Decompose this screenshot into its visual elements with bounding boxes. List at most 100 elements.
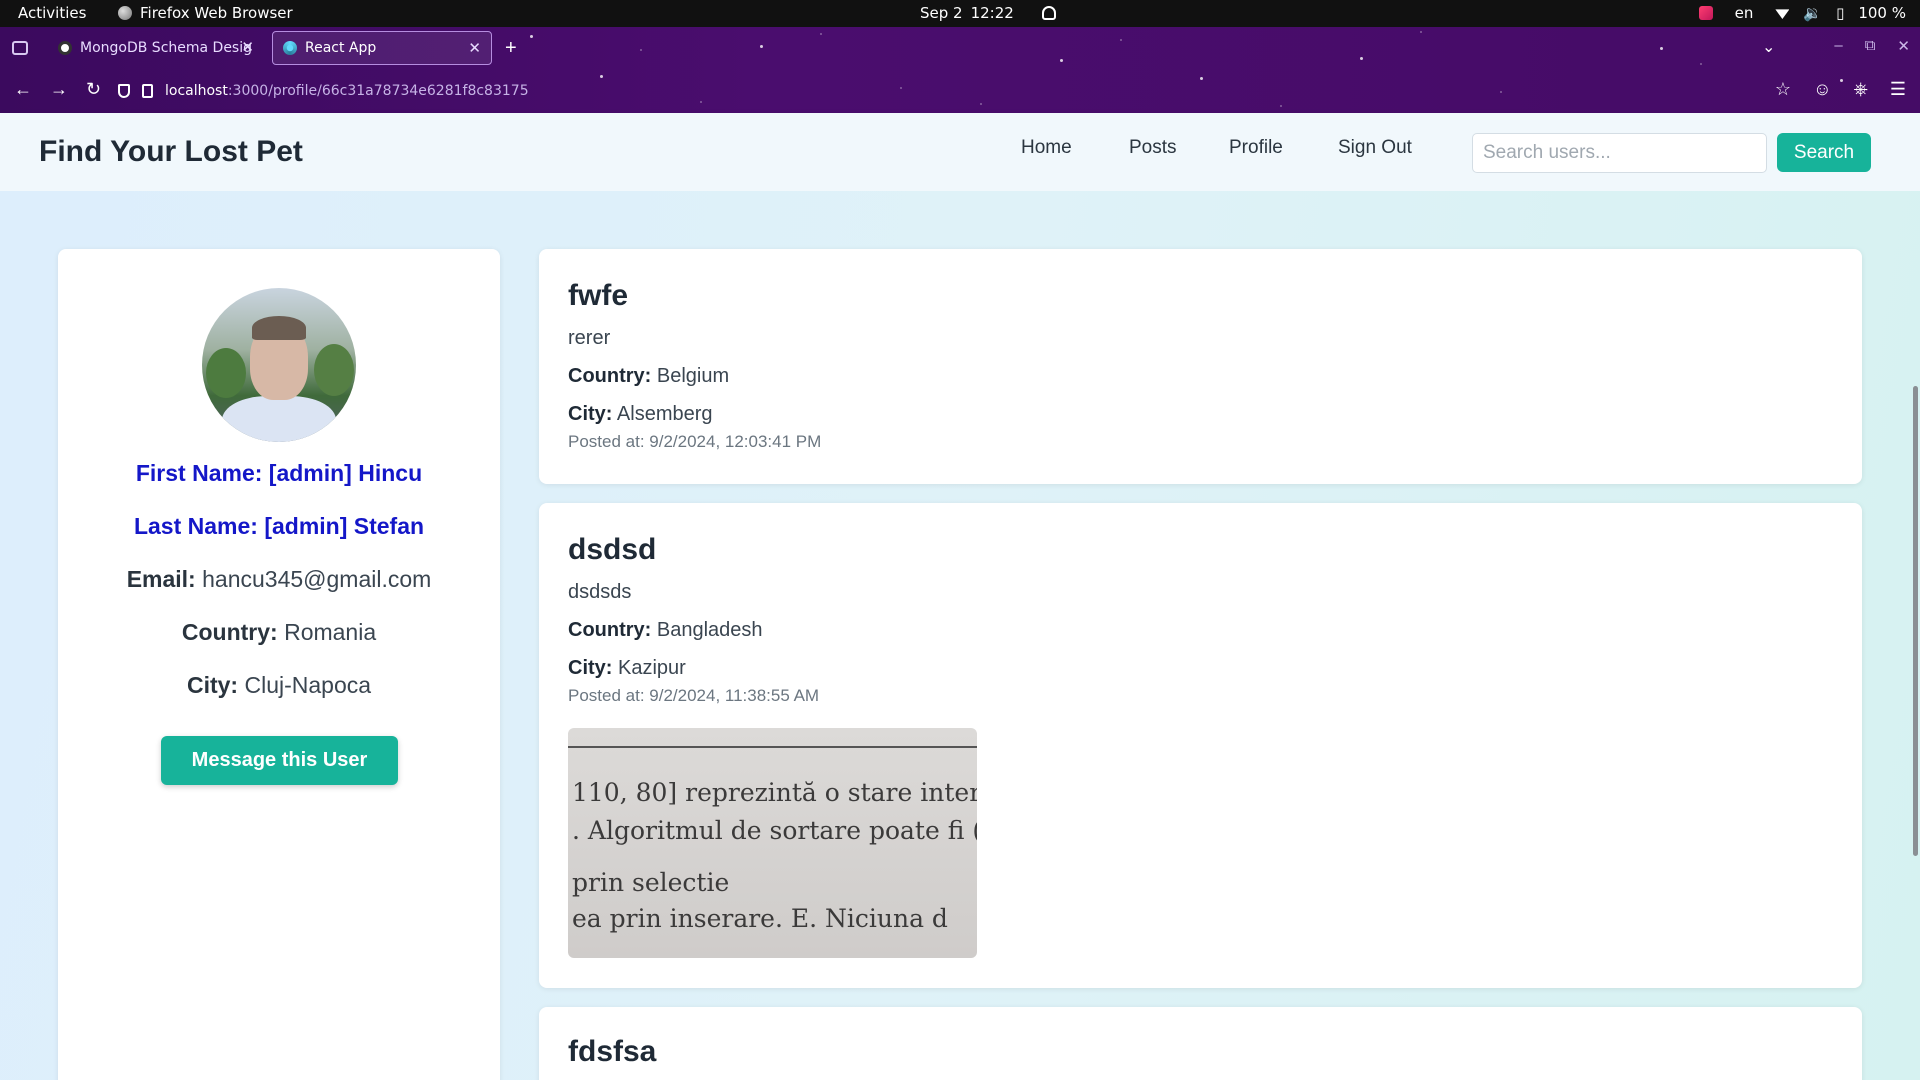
nav-sign-out-link[interactable]: Sign Out — [1338, 137, 1412, 159]
firefox-icon — [118, 6, 132, 20]
post-city-label: City: — [568, 657, 613, 679]
post-city-label: City: — [568, 403, 613, 425]
url-path: :3000/profile/66c31a78734e6281f8c83175 — [227, 83, 529, 99]
post-country-label: Country: — [568, 619, 652, 641]
search-button[interactable]: Search — [1777, 133, 1871, 172]
page-scrollbar[interactable] — [1913, 386, 1918, 856]
last-name-value: [admin] Stefan — [264, 513, 425, 539]
first-name-label: First Name: — [135, 460, 263, 486]
browser-chrome: MongoDB Schema Desig ✕ React App ✕ + ⌄ –… — [0, 27, 1920, 113]
app-name: Firefox Web Browser — [140, 4, 293, 22]
activities-button[interactable]: Activities — [18, 4, 86, 22]
post-card: fdsfsa — [539, 1007, 1862, 1080]
tab-list-icon[interactable] — [12, 41, 28, 55]
post-title: fwfe — [568, 279, 628, 312]
post-image[interactable]: 110, 80] reprezintă o stare intern . Alg… — [568, 728, 977, 958]
city-label: City: — [186, 672, 239, 698]
page-info-icon[interactable] — [142, 84, 153, 98]
system-tray[interactable]: en 🔉 ▯ 100 % — [1698, 4, 1906, 22]
post-country-value: Bangladesh — [656, 619, 763, 641]
chevron-down-icon[interactable]: ⌄ — [1762, 37, 1775, 57]
tab-mongodb[interactable]: MongoDB Schema Desig ✕ — [48, 31, 264, 65]
first-name-value: [admin] Hincu — [268, 460, 423, 486]
profile-card: First Name: [admin] Hincu Last Name: [ad… — [58, 249, 500, 1080]
color-picker-icon[interactable] — [1698, 6, 1713, 20]
image-text-line: 110, 80] reprezintă o stare intern — [572, 778, 977, 807]
post-country-label: Country: — [568, 365, 652, 387]
image-text-line: ea prin inserare. E. Niciuna d — [572, 904, 948, 933]
window-controls: – ⧉ ✕ — [1834, 37, 1910, 55]
post-city-value: Alsemberg — [616, 403, 713, 425]
city: City: Cluj-Napoca — [58, 672, 500, 699]
clock-date: Sep 2 — [920, 4, 963, 22]
clock-time: 12:22 — [970, 4, 1014, 22]
app-menu[interactable]: Firefox Web Browser — [118, 4, 293, 22]
post-description: dsdsds — [568, 581, 632, 603]
post-country: Country: Bangladesh — [568, 619, 763, 642]
forward-arrow-icon[interactable]: → — [50, 79, 68, 100]
tab-react-app[interactable]: React App ✕ — [272, 31, 492, 65]
clock[interactable]: Sep 2 12:22 — [920, 4, 1056, 22]
country: Country: Romania — [58, 619, 500, 646]
account-icon[interactable]: ☺ — [1813, 79, 1831, 100]
post-city: City: Alsemberg — [568, 403, 713, 426]
tracking-shield-icon[interactable] — [118, 84, 130, 98]
nav-profile-link[interactable]: Profile — [1229, 137, 1283, 159]
close-icon[interactable]: ✕ — [468, 39, 481, 57]
battery-icon: ▯ — [1836, 4, 1845, 22]
nav-home-link[interactable]: Home — [1021, 137, 1072, 159]
email: Email: hancu345@gmail.com — [58, 566, 500, 593]
post-city: City: Kazipur — [568, 657, 686, 680]
close-window-icon[interactable]: ✕ — [1897, 37, 1910, 55]
page-content: First Name: [admin] Hincu Last Name: [ad… — [0, 191, 1920, 1080]
post-city-value: Kazipur — [618, 657, 686, 679]
close-icon[interactable]: ✕ — [241, 38, 254, 56]
restore-icon[interactable]: ⧉ — [1865, 37, 1876, 55]
notification-bell-icon — [1041, 6, 1056, 20]
volume-icon: 🔉 — [1803, 4, 1823, 22]
bookmark-star-icon[interactable]: ☆ — [1775, 79, 1791, 100]
minimize-icon[interactable]: – — [1834, 37, 1842, 55]
app-navbar: Find Your Lost Pet Home Posts Profile Si… — [0, 113, 1920, 191]
language-indicator[interactable]: en — [1735, 4, 1754, 22]
email-label: Email: — [126, 566, 196, 592]
toolbar-right: ☆ ☺ ⎈ ☰ — [1775, 79, 1906, 100]
new-tab-plus-icon[interactable]: + — [505, 37, 517, 60]
post-card: fwfe rerer Country: Belgium City: Alsemb… — [539, 249, 1862, 484]
post-timestamp: Posted at: 9/2/2024, 12:03:41 PM — [568, 432, 822, 451]
wifi-icon — [1775, 9, 1790, 19]
search-users-input[interactable] — [1472, 133, 1767, 173]
post-country: Country: Belgium — [568, 365, 729, 388]
extensions-icon[interactable]: ⎈ — [1853, 79, 1867, 100]
first-name: First Name: [admin] Hincu — [58, 460, 500, 487]
mongodb-favicon-icon — [58, 41, 72, 55]
country-value: Romania — [284, 619, 377, 645]
tab-label: MongoDB Schema Desig — [80, 40, 253, 56]
post-description: rerer — [568, 327, 611, 349]
post-country-value: Belgium — [656, 365, 730, 387]
country-label: Country: — [181, 619, 278, 645]
image-text-line: prin selectie — [572, 868, 730, 897]
navigation-toolbar: ← → ↻ localhost:3000/profile/66c31a78734… — [0, 71, 1920, 113]
message-user-button[interactable]: Message this User — [161, 736, 398, 785]
nav-posts-link[interactable]: Posts — [1129, 137, 1177, 159]
url-bar[interactable]: localhost:3000/profile/66c31a78734e6281f… — [118, 75, 1768, 107]
os-top-bar: Activities Firefox Web Browser Sep 2 12:… — [0, 0, 1920, 27]
tab-label: React App — [305, 40, 377, 56]
email-value: hancu345@gmail.com — [202, 566, 432, 592]
post-title: dsdsd — [568, 533, 657, 566]
battery-percent: 100 % — [1858, 4, 1906, 22]
react-favicon-icon — [283, 41, 297, 55]
post-title: fdsfsa — [568, 1035, 657, 1068]
city-value: Cluj-Napoca — [244, 672, 372, 698]
post-card: dsdsd dsdsds Country: Bangladesh City: K… — [539, 503, 1862, 988]
reload-icon[interactable]: ↻ — [86, 79, 101, 100]
image-text-line: . Algoritmul de sortare poate fi (i — [572, 816, 977, 845]
brand-title[interactable]: Find Your Lost Pet — [39, 135, 303, 169]
avatar — [202, 288, 356, 442]
menu-hamburger-icon[interactable]: ☰ — [1890, 79, 1906, 100]
tab-strip: MongoDB Schema Desig ✕ React App ✕ + ⌄ –… — [0, 27, 1920, 71]
url-host: localhost — [165, 83, 228, 99]
back-arrow-icon[interactable]: ← — [14, 79, 32, 100]
last-name: Last Name: [admin] Stefan — [58, 513, 500, 540]
